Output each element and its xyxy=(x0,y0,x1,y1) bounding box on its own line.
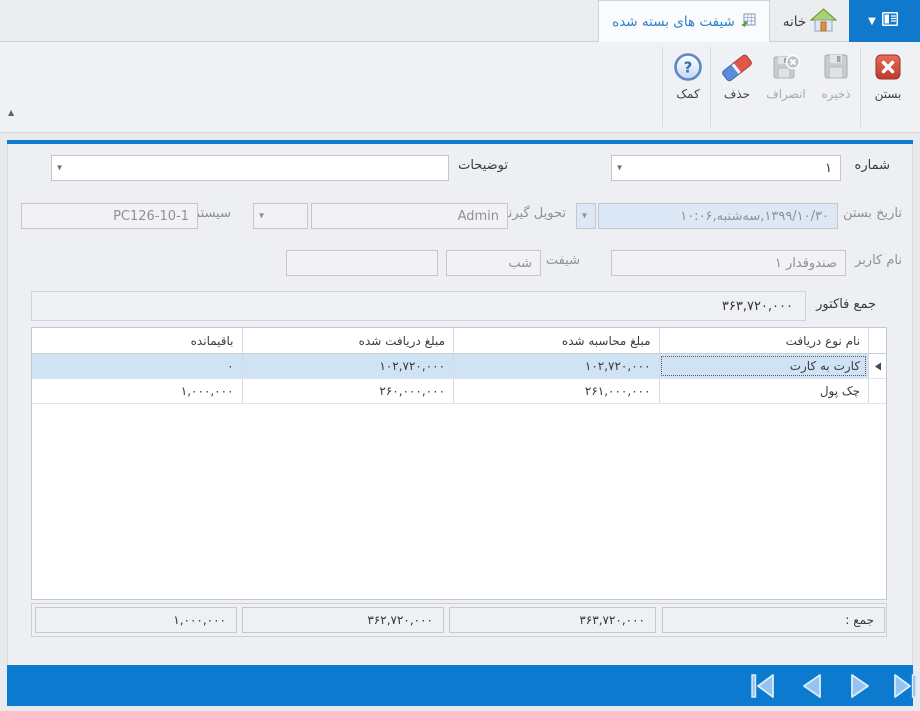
app-menu-button[interactable]: ▼ xyxy=(849,0,920,42)
closed-shift-grid-icon xyxy=(740,12,756,32)
close-date-dropdown-button[interactable]: ▾ xyxy=(576,203,596,229)
chevron-down-icon[interactable]: ▾ xyxy=(617,163,622,174)
column-header-calculated[interactable]: مبلغ محاسبه شده xyxy=(453,328,659,353)
number-value: ۱ xyxy=(825,160,832,176)
chevron-down-icon[interactable]: ▾ xyxy=(57,163,62,174)
chevron-down-icon: ▾ xyxy=(582,210,588,222)
receiver-value: Admin xyxy=(457,208,499,224)
system-field[interactable]: PC126-10-1 xyxy=(21,203,198,229)
cell-received[interactable]: ۲۶۰,۰۰۰,۰۰۰ xyxy=(241,379,454,403)
chevron-down-icon: ▾ xyxy=(259,210,265,222)
username-field[interactable]: صندوقدار ۱ xyxy=(611,250,846,276)
number-combo[interactable]: ۱ ▾ xyxy=(611,155,841,181)
tab-closed-shifts-label: شیفت های بسته شده xyxy=(612,13,735,30)
grid-header-row: نام نوع دریافت مبلغ محاسبه شده مبلغ دریا… xyxy=(32,328,886,354)
eraser-icon xyxy=(720,50,754,84)
cancel-save-icon xyxy=(769,50,803,84)
username-label: نام کاربر xyxy=(855,253,902,268)
last-record-icon xyxy=(894,674,917,698)
tab-closed-shifts[interactable]: شیفت های بسته شده xyxy=(598,0,770,42)
grid-row-cheque[interactable]: چک پول ۲۶۱,۰۰۰,۰۰۰ ۲۶۰,۰۰۰,۰۰۰ ۱,۰۰۰,۰۰۰ xyxy=(32,379,886,404)
home-icon xyxy=(809,7,838,37)
toolbar-separator xyxy=(662,47,663,127)
summary-label: جمع : xyxy=(845,613,874,627)
summary-received-box: ۳۶۲,۷۲۰,۰۰۰ xyxy=(242,607,444,633)
close-icon xyxy=(871,50,905,84)
description-combo[interactable]: ▾ xyxy=(51,155,449,181)
help-icon: ? xyxy=(671,50,705,84)
cell-received[interactable]: ۱۰۲,۷۲۰,۰۰۰ xyxy=(241,354,454,378)
ribbon-toolbar: بستن ذخیره انصراف حذف ? کمک ▲ xyxy=(0,42,920,133)
close-button-label: بستن xyxy=(874,87,902,101)
summary-received: ۳۶۲,۷۲۰,۰۰۰ xyxy=(367,613,433,627)
tab-bar: شیفت های بسته شده خانه ▼ xyxy=(0,0,920,42)
invoice-total-field: ۳۶۳,۷۲۰,۰۰۰ xyxy=(31,291,806,321)
receiver-combo[interactable]: ▾ xyxy=(253,203,308,229)
delete-button[interactable]: حذف xyxy=(713,50,761,126)
grid-row-card-to-card[interactable]: کارت به کارت ۱۰۲,۷۲۰,۰۰۰ ۱۰۲,۷۲۰,۰۰۰ ۰ xyxy=(32,354,886,379)
summary-remaining-box: ۱,۰۰۰,۰۰۰ xyxy=(35,607,237,633)
username-value: صندوقدار ۱ xyxy=(774,255,837,271)
receiver-field[interactable]: Admin xyxy=(311,203,508,229)
cell-payment-type[interactable]: چک پول xyxy=(658,379,869,403)
description-label: توضیحات xyxy=(458,158,508,173)
ribbon-collapse-arrow[interactable]: ▲ xyxy=(8,108,14,117)
summary-label-box: جمع : xyxy=(662,607,885,633)
close-date-value: ۱۳۹۹/۱۰/۳۰,سه‌شنبه,۱۰:۰۶ xyxy=(680,208,829,224)
help-button-label: کمک xyxy=(676,87,700,101)
cell-remaining[interactable]: ۰ xyxy=(32,354,242,378)
help-button[interactable]: ? کمک xyxy=(664,50,712,126)
toolbar-separator xyxy=(860,47,861,127)
reading-pane-icon xyxy=(881,11,901,32)
record-navigator xyxy=(7,665,917,706)
grid-summary-row: جمع : ۳۶۳,۷۲۰,۰۰۰ ۳۶۲,۷۲۰,۰۰۰ ۱,۰۰۰,۰۰۰ xyxy=(31,603,887,637)
summary-calculated: ۳۶۳,۷۲۰,۰۰۰ xyxy=(579,613,645,627)
invoice-total-label: جمع فاکتور xyxy=(816,297,876,312)
previous-record-icon xyxy=(803,674,821,698)
shift-label: شیفت xyxy=(545,253,580,268)
next-record-icon xyxy=(851,674,869,698)
first-record-icon xyxy=(751,674,774,698)
previous-record-button[interactable] xyxy=(794,672,830,700)
close-date-field[interactable]: ۱۳۹۹/۱۰/۳۰,سه‌شنبه,۱۰:۰۶ xyxy=(598,203,838,229)
cancel-button-label: انصراف xyxy=(766,87,806,101)
next-record-button[interactable] xyxy=(842,672,878,700)
shift-extra-field[interactable] xyxy=(286,250,438,276)
column-header-remaining[interactable]: باقیمانده xyxy=(32,328,242,353)
save-button[interactable]: ذخیره xyxy=(812,50,860,126)
first-record-button[interactable] xyxy=(746,672,782,700)
svg-text:?: ? xyxy=(684,59,693,77)
row-indicator xyxy=(868,379,886,403)
shift-field[interactable]: شب xyxy=(446,250,541,276)
tab-home-label: خانه xyxy=(782,13,807,30)
tab-home[interactable]: خانه xyxy=(771,2,849,41)
summary-calculated-box: ۳۶۳,۷۲۰,۰۰۰ xyxy=(449,607,656,633)
save-icon xyxy=(819,50,853,84)
cancel-button[interactable]: انصراف xyxy=(762,50,810,126)
cell-payment-type[interactable]: کارت به کارت xyxy=(658,354,869,378)
payments-grid: نام نوع دریافت مبلغ محاسبه شده مبلغ دریا… xyxy=(31,327,887,600)
row-arrow-icon xyxy=(874,362,881,370)
summary-remaining: ۱,۰۰۰,۰۰۰ xyxy=(173,613,226,627)
shift-close-window: { "tab_bar": { "app_menu_button": { "ico… xyxy=(0,0,920,711)
invoice-total-value: ۳۶۳,۷۲۰,۰۰۰ xyxy=(721,298,793,314)
number-label: شماره xyxy=(854,158,890,173)
close-date-label: تاریخ بستن xyxy=(842,206,902,221)
last-record-button[interactable] xyxy=(886,672,920,700)
cell-calculated[interactable]: ۱۰۲,۷۲۰,۰۰۰ xyxy=(453,354,659,378)
delete-button-label: حذف xyxy=(723,87,751,101)
cell-calculated[interactable]: ۲۶۱,۰۰۰,۰۰۰ xyxy=(453,379,659,403)
save-button-label: ذخیره xyxy=(821,87,851,101)
cell-remaining[interactable]: ۱,۰۰۰,۰۰۰ xyxy=(32,379,242,403)
column-header-payment-type[interactable]: نام نوع دریافت xyxy=(658,328,869,353)
shift-form-panel: شماره ۱ ▾ توضیحات ▾ تاریخ بستن ۱۳۹۹/۱۰/۳… xyxy=(7,144,913,665)
close-button[interactable]: بستن xyxy=(864,50,912,126)
shift-value: شب xyxy=(508,255,532,271)
current-row-indicator xyxy=(868,354,886,378)
system-value: PC126-10-1 xyxy=(113,208,189,224)
row-indicator-header xyxy=(868,328,886,353)
column-header-received[interactable]: مبلغ دریافت شده xyxy=(241,328,454,353)
chevron-down-icon: ▼ xyxy=(868,15,876,27)
